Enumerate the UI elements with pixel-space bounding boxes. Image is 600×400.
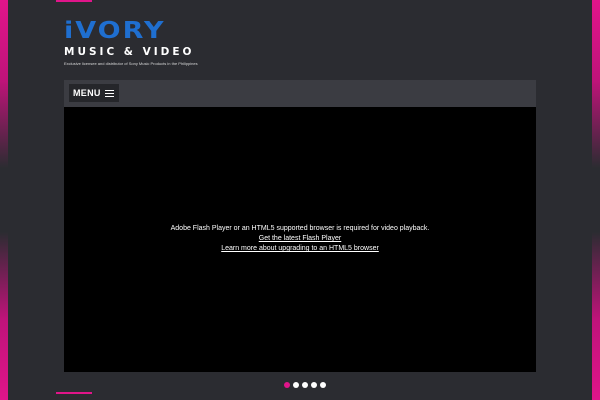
- logo-subtitle: MUSIC & VIDEO: [64, 46, 195, 58]
- player-fallback-message: Adobe Flash Player or an HTML5 supported…: [64, 224, 536, 254]
- left-accent-bar: [0, 0, 8, 400]
- html5-browser-link[interactable]: Learn more about upgrading to an HTML5 b…: [221, 245, 379, 252]
- menu-button[interactable]: MENU: [69, 84, 119, 102]
- slider-dots: [284, 382, 326, 388]
- main-navbar: MENU: [64, 80, 536, 107]
- slider-dot[interactable]: [302, 382, 308, 388]
- slider-dot[interactable]: [293, 382, 299, 388]
- top-accent-line: [56, 0, 92, 2]
- slider-dot[interactable]: [311, 382, 317, 388]
- video-player[interactable]: Adobe Flash Player or an HTML5 supported…: [64, 107, 536, 372]
- right-accent-bar: [592, 0, 600, 400]
- logo-wordmark: iVORY: [64, 17, 166, 45]
- slider-dot[interactable]: [284, 382, 290, 388]
- menu-label: MENU: [73, 88, 101, 98]
- hamburger-icon: [104, 89, 114, 97]
- flash-player-link[interactable]: Get the latest Flash Player: [259, 235, 341, 242]
- bottom-accent-line: [56, 392, 92, 394]
- slider-dot[interactable]: [320, 382, 326, 388]
- site-logo[interactable]: iVORY MUSIC & VIDEO Exclusive licensee a…: [64, 17, 224, 66]
- logo-tagline: Exclusive licensee and distributor of So…: [64, 61, 198, 66]
- player-requirement-text: Adobe Flash Player or an HTML5 supported…: [170, 225, 430, 232]
